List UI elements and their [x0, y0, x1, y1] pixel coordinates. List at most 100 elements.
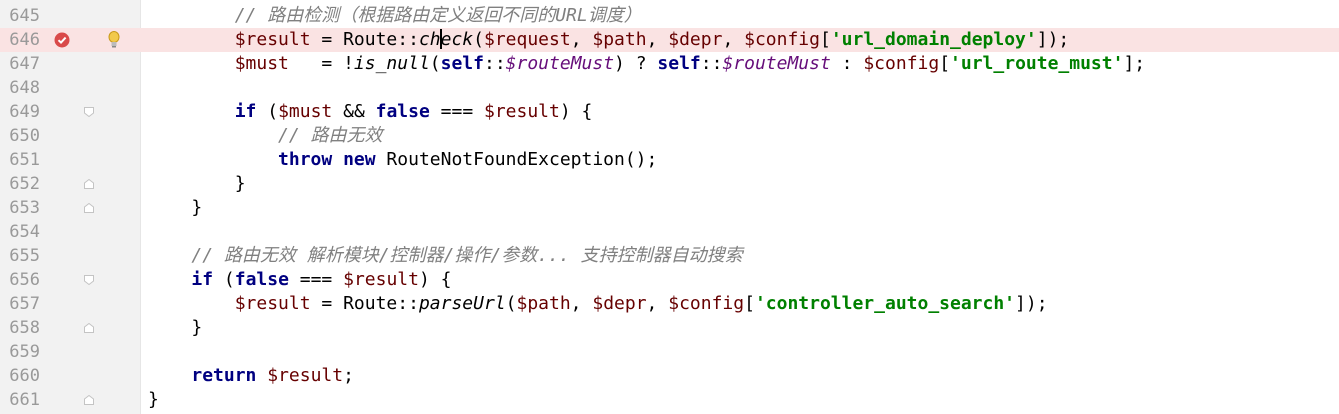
breakpoint-icon[interactable] [54, 32, 70, 48]
line-number[interactable]: 661 [0, 388, 40, 412]
fold-close-icon[interactable] [84, 203, 94, 213]
code-text[interactable]: if ($must && false === $result) { [148, 100, 593, 124]
line-number[interactable]: 658 [0, 316, 40, 340]
line-number[interactable]: 659 [0, 340, 40, 364]
code-line[interactable]: 647 $must = !is_null(self::$routeMust ) ?… [0, 52, 1339, 76]
code-token: ( [213, 269, 235, 290]
code-token: $result [256, 365, 344, 386]
code-line[interactable]: 646 $result = Route::check($request, $pa… [0, 28, 1339, 52]
line-number[interactable]: 657 [0, 292, 40, 316]
line-number[interactable]: 652 [0, 172, 40, 196]
code-token: , [646, 29, 669, 50]
code-line[interactable]: 661} [0, 388, 1339, 412]
line-number[interactable]: 649 [0, 100, 40, 124]
code-line[interactable]: 653 } [0, 196, 1339, 220]
code-token: = Route:: [310, 293, 419, 314]
code-token: $result [234, 293, 311, 314]
line-number[interactable]: 651 [0, 148, 40, 172]
code-token: , [570, 293, 593, 314]
code-token: false [234, 269, 289, 290]
code-token: false [375, 101, 430, 122]
line-number[interactable]: 647 [0, 52, 40, 76]
code-token: ( [505, 293, 517, 314]
code-line[interactable]: 657 $result = Route::parseUrl($path, $de… [0, 292, 1339, 316]
code-token: } [148, 389, 159, 410]
code-line[interactable]: 648 [0, 76, 1339, 100]
code-token: === [288, 269, 344, 290]
code-token: 'url_domain_deploy' [830, 29, 1037, 50]
code-editor[interactable]: 645 // 路由检测（根据路由定义返回不同的URL调度） 646 $result… [0, 0, 1339, 414]
code-line[interactable]: 650 // 路由无效 [0, 124, 1339, 148]
line-number[interactable]: 656 [0, 268, 40, 292]
code-token: } [148, 317, 203, 338]
code-token: $must [234, 53, 289, 74]
code-line[interactable]: 654 [0, 220, 1339, 244]
code-token: // 路由检测（根据路由定义返回不同的URL调度） [234, 5, 642, 26]
fold-open-icon[interactable] [84, 275, 94, 285]
code-text[interactable]: return $result; [148, 364, 354, 388]
code-text[interactable]: throw new RouteNotFoundException(); [148, 148, 657, 172]
code-line[interactable]: 660 return $result; [0, 364, 1339, 388]
line-number[interactable]: 654 [0, 220, 40, 244]
line-number[interactable]: 653 [0, 196, 40, 220]
code-token: eck [440, 29, 474, 50]
code-token: ( [429, 53, 441, 74]
code-token: :: [700, 53, 723, 74]
code-token: $must [278, 101, 333, 122]
code-line[interactable]: 645 // 路由检测（根据路由定义返回不同的URL调度） [0, 4, 1339, 28]
code-line[interactable]: 659 [0, 340, 1339, 364]
code-text[interactable]: $result = Route::check($request, $path, … [148, 28, 1069, 52]
code-token: $result [234, 29, 311, 50]
code-token: ) ? [614, 53, 658, 74]
fold-close-icon[interactable] [84, 395, 94, 405]
line-number[interactable]: 660 [0, 364, 40, 388]
code-token: : [830, 53, 864, 74]
code-token: $routeMust [722, 53, 831, 74]
code-token: = ! [288, 53, 354, 74]
code-token: if [234, 101, 257, 122]
lightbulb-icon[interactable] [106, 30, 122, 50]
code-text[interactable]: } [148, 172, 246, 196]
code-token: [ [939, 53, 951, 74]
code-text[interactable]: // 路由检测（根据路由定义返回不同的URL调度） [148, 4, 642, 28]
line-number[interactable]: 648 [0, 76, 40, 100]
line-number[interactable]: 646 [0, 28, 40, 52]
fold-open-icon[interactable] [84, 107, 94, 117]
code-token: ) { [418, 269, 452, 290]
code-line[interactable]: 655 // 路由无效 解析模块/控制器/操作/参数... 支持控制器自动搜索 [0, 244, 1339, 268]
code-text[interactable]: } [148, 388, 159, 412]
code-text[interactable]: // 路由无效 解析模块/控制器/操作/参数... 支持控制器自动搜索 [148, 244, 742, 268]
code-text[interactable]: } [148, 316, 202, 340]
fold-close-icon[interactable] [84, 323, 94, 333]
code-text[interactable]: // 路由无效 [148, 124, 383, 148]
code-token: throw new [278, 149, 376, 170]
code-token: is_null [353, 53, 430, 74]
code-line[interactable]: 658 } [0, 316, 1339, 340]
code-token: parseUrl [418, 293, 506, 314]
code-text[interactable]: $must = !is_null(self::$routeMust) ? sel… [148, 52, 1145, 76]
code-text[interactable]: } [148, 196, 202, 220]
code-token: if [191, 269, 214, 290]
code-text[interactable]: if (false === $result) { [148, 268, 451, 292]
code-text[interactable]: $result = Route::parseUrl($path, $depr, … [148, 292, 1048, 316]
code-token: return [191, 365, 257, 386]
line-number[interactable]: 655 [0, 244, 40, 268]
code-token: ( [256, 101, 279, 122]
line-number[interactable]: 650 [0, 124, 40, 148]
line-number[interactable]: 645 [0, 4, 40, 28]
code-line[interactable]: 652 } [0, 172, 1339, 196]
code-token: self [440, 53, 484, 74]
code-token: ]); [1015, 293, 1048, 314]
code-token: 'controller_auto_search' [754, 293, 1016, 314]
code-line[interactable]: 651 throw new RouteNotFoundException(); [0, 148, 1339, 172]
code-line[interactable]: 656 if (false === $result) { [0, 268, 1339, 292]
code-line[interactable]: 649 if ($must && false === $result) { [0, 100, 1339, 124]
code-token: [ [819, 29, 831, 50]
fold-close-icon[interactable] [84, 179, 94, 189]
